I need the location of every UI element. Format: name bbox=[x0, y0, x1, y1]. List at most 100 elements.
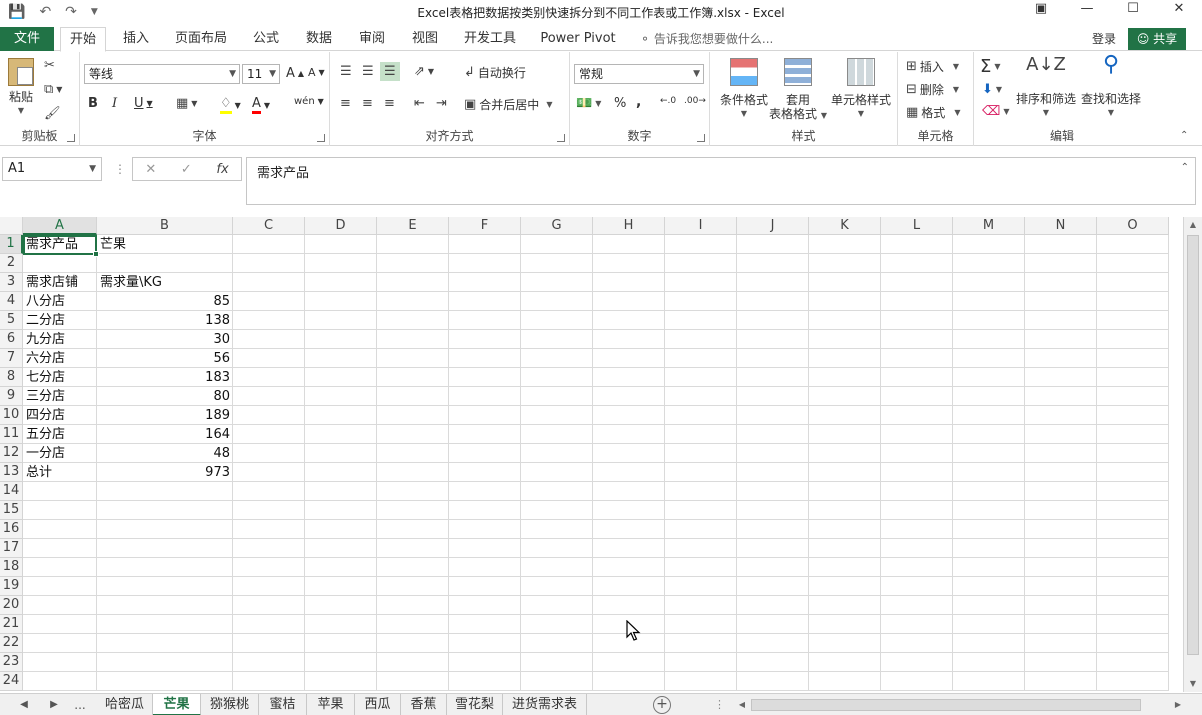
paste-button[interactable]: 粘贴 ▼ bbox=[4, 58, 38, 118]
share-button[interactable]: ☺ 共享 bbox=[1128, 28, 1186, 50]
column-header-o[interactable]: O bbox=[1097, 217, 1169, 235]
cell-b8[interactable]: 183 bbox=[97, 368, 233, 387]
row-header-18[interactable]: 18 bbox=[0, 558, 23, 577]
cell-a11[interactable]: 五分店 bbox=[23, 425, 97, 444]
increase-decimal-icon[interactable]: ←.0 bbox=[660, 96, 676, 106]
tab-page-layout[interactable]: 页面布局 bbox=[170, 27, 232, 51]
cell-a4[interactable]: 八分店 bbox=[23, 292, 97, 311]
tab-review[interactable]: 审阅 bbox=[350, 27, 394, 51]
underline-icon[interactable]: U ▼ bbox=[134, 96, 153, 111]
cell-b11[interactable]: 164 bbox=[97, 425, 233, 444]
row-header-24[interactable]: 24 bbox=[0, 672, 23, 691]
row-header-4[interactable]: 4 bbox=[0, 292, 23, 311]
copy-icon[interactable]: ⧉ ▼ bbox=[44, 82, 62, 97]
insert-function-icon[interactable]: fx bbox=[216, 162, 228, 177]
row-header-17[interactable]: 17 bbox=[0, 539, 23, 558]
expand-formula-icon[interactable]: ⌃ bbox=[1181, 162, 1189, 173]
tab-view[interactable]: 视图 bbox=[404, 27, 446, 51]
sheet-tab[interactable]: 西瓜 bbox=[355, 694, 401, 715]
sort-filter-button[interactable]: A↓Z 排序和筛选 ▼ bbox=[1014, 56, 1078, 120]
cell-b5[interactable]: 138 bbox=[97, 311, 233, 330]
cell-b7[interactable]: 56 bbox=[97, 349, 233, 368]
clear-icon[interactable]: ⌫ ▼ bbox=[982, 104, 1010, 119]
cell-b3[interactable]: 需求量\KG bbox=[97, 273, 233, 292]
login-link[interactable]: 登录 bbox=[1092, 27, 1116, 51]
tab-developer[interactable]: 开发工具 bbox=[458, 27, 522, 51]
row-header-20[interactable]: 20 bbox=[0, 596, 23, 615]
number-launcher-icon[interactable] bbox=[697, 134, 705, 142]
italic-icon[interactable]: I bbox=[112, 96, 117, 111]
align-middle-icon[interactable]: ☰ bbox=[362, 64, 374, 79]
cell-a7[interactable]: 六分店 bbox=[23, 349, 97, 368]
row-header-7[interactable]: 7 bbox=[0, 349, 23, 368]
row-header-14[interactable]: 14 bbox=[0, 482, 23, 501]
cell-a9[interactable]: 三分店 bbox=[23, 387, 97, 406]
collapse-ribbon-icon[interactable]: ⌃ bbox=[1180, 130, 1188, 141]
increase-font-icon[interactable]: A ▲ bbox=[286, 66, 304, 81]
row-header-21[interactable]: 21 bbox=[0, 615, 23, 634]
scroll-right-icon[interactable]: ▶ bbox=[1171, 697, 1185, 713]
column-header-i[interactable]: I bbox=[665, 217, 737, 235]
font-color-icon[interactable]: A ▼ bbox=[252, 96, 270, 114]
column-header-b[interactable]: B bbox=[97, 217, 233, 235]
row-header-13[interactable]: 13 bbox=[0, 463, 23, 482]
tab-home[interactable]: 开始 bbox=[60, 27, 106, 52]
enter-icon[interactable]: ✓ bbox=[181, 162, 192, 177]
cell-a8[interactable]: 七分店 bbox=[23, 368, 97, 387]
wrap-text-button[interactable]: ↲ 自动换行 bbox=[464, 64, 526, 81]
comma-icon[interactable]: , bbox=[636, 94, 641, 110]
font-name-combo[interactable]: 等线 ▼ bbox=[84, 64, 240, 84]
clipboard-launcher-icon[interactable] bbox=[67, 134, 75, 142]
orientation-icon[interactable]: ⇗ ▼ bbox=[414, 64, 434, 79]
select-all-corner[interactable] bbox=[0, 217, 23, 235]
phonetic-icon[interactable]: wén ▼ bbox=[294, 96, 324, 107]
scroll-left-icon[interactable]: ◀ bbox=[735, 697, 749, 713]
fill-color-icon[interactable]: ♢ ▼ bbox=[220, 96, 241, 114]
tab-power-pivot[interactable]: Power Pivot bbox=[536, 27, 620, 51]
sheet-tab[interactable]: 芒果 bbox=[153, 694, 201, 715]
cell-b6[interactable]: 30 bbox=[97, 330, 233, 349]
cell-b10[interactable]: 189 bbox=[97, 406, 233, 425]
tab-insert[interactable]: 插入 bbox=[114, 27, 158, 51]
tab-splitter-icon[interactable]: ⋮ bbox=[714, 694, 725, 715]
bold-icon[interactable]: B bbox=[88, 96, 98, 111]
vertical-scroll-thumb[interactable] bbox=[1187, 235, 1199, 655]
sheet-tab[interactable]: 哈密瓜 bbox=[97, 694, 153, 715]
increase-indent-icon[interactable]: ⇥ bbox=[436, 96, 447, 111]
fill-handle[interactable] bbox=[93, 251, 99, 257]
find-select-button[interactable]: ⚲ 查找和选择 ▼ bbox=[1078, 54, 1144, 120]
tab-file[interactable]: 文件 bbox=[0, 27, 54, 51]
row-header-9[interactable]: 9 bbox=[0, 387, 23, 406]
row-header-5[interactable]: 5 bbox=[0, 311, 23, 330]
align-right-icon[interactable]: ≡ bbox=[384, 96, 395, 111]
sheet-tab[interactable]: 雪花梨 bbox=[447, 694, 503, 715]
align-bottom-icon[interactable]: ☰ bbox=[380, 62, 400, 81]
row-header-3[interactable]: 3 bbox=[0, 273, 23, 292]
cell-b1[interactable]: 芒果 bbox=[97, 235, 233, 254]
font-launcher-icon[interactable] bbox=[317, 134, 325, 142]
tell-me-box[interactable]: ⚬ 告诉我您想要做什么... bbox=[640, 27, 773, 51]
row-header-15[interactable]: 15 bbox=[0, 501, 23, 520]
percent-icon[interactable]: % bbox=[614, 96, 626, 111]
column-header-l[interactable]: L bbox=[881, 217, 953, 235]
row-header-8[interactable]: 8 bbox=[0, 368, 23, 387]
column-header-g[interactable]: G bbox=[521, 217, 593, 235]
row-header-2[interactable]: 2 bbox=[0, 254, 23, 273]
merge-center-button[interactable]: ▣ 合并后居中 ▼ bbox=[464, 96, 552, 113]
scroll-down-icon[interactable]: ▼ bbox=[1184, 676, 1202, 692]
row-header-22[interactable]: 22 bbox=[0, 634, 23, 653]
autosum-icon[interactable]: Σ ▼ bbox=[980, 56, 1001, 77]
format-painter-icon[interactable]: 🖌 bbox=[44, 106, 61, 121]
align-center-icon[interactable]: ≡ bbox=[362, 96, 373, 111]
decrease-indent-icon[interactable]: ⇤ bbox=[414, 96, 425, 111]
cut-icon[interactable]: ✂ bbox=[44, 58, 55, 73]
conditional-format-button[interactable]: 条件格式 ▼ bbox=[714, 58, 774, 121]
column-header-m[interactable]: M bbox=[953, 217, 1025, 235]
column-header-n[interactable]: N bbox=[1025, 217, 1097, 235]
delete-cells-button[interactable]: ⊟ 删除 ▼ bbox=[906, 81, 959, 98]
row-header-19[interactable]: 19 bbox=[0, 577, 23, 596]
row-header-10[interactable]: 10 bbox=[0, 406, 23, 425]
close-icon[interactable]: ✕ bbox=[1156, 0, 1202, 20]
sheet-tab[interactable]: 进货需求表 bbox=[503, 694, 587, 715]
decrease-font-icon[interactable]: A ▼ bbox=[308, 66, 325, 79]
